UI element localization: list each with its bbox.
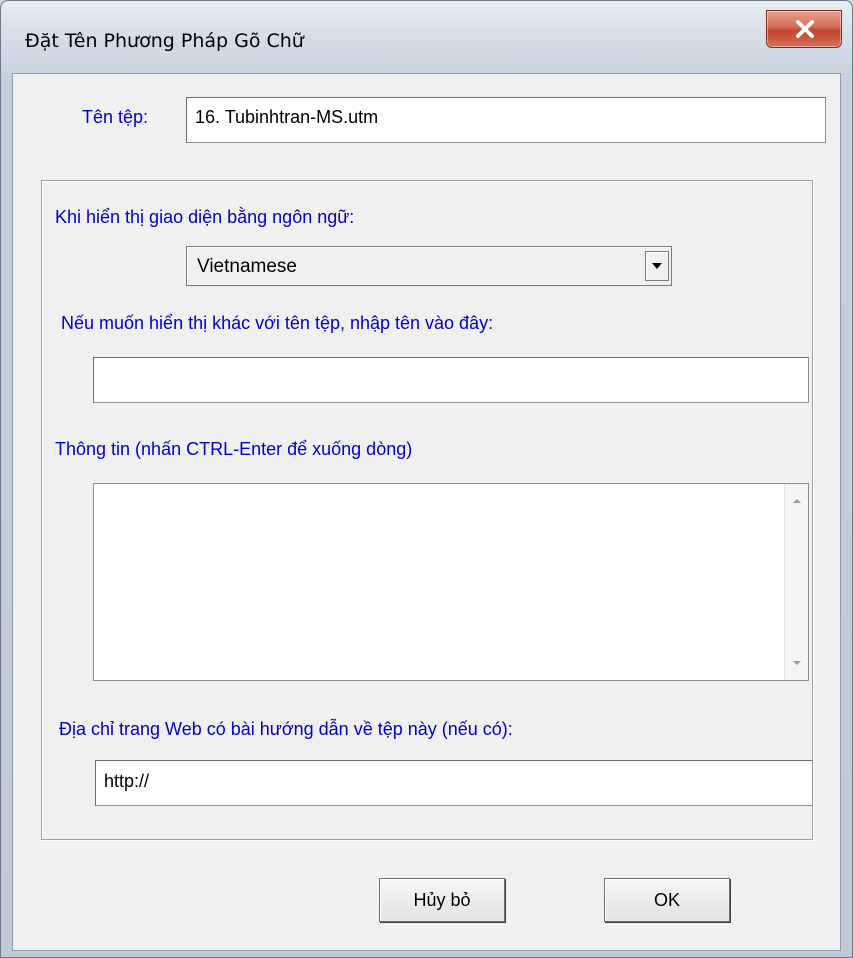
close-icon	[796, 20, 814, 38]
title-bar[interactable]: Đặt Tên Phương Pháp Gõ Chữ	[1, 1, 852, 73]
ok-button[interactable]: OK	[604, 878, 730, 922]
chevron-down-icon	[652, 263, 662, 269]
close-button[interactable]	[766, 10, 842, 48]
file-name-label: Tên tệp:	[82, 107, 149, 127]
window-title: Đặt Tên Phương Pháp Gõ Chữ	[25, 30, 304, 52]
info-text[interactable]	[94, 484, 784, 680]
display-name-input[interactable]	[93, 357, 809, 403]
dialog-window: Đặt Tên Phương Pháp Gõ Chữ Tên tệp: 16. …	[0, 0, 853, 958]
info-label: Thông tin (nhấn CTRL-Enter để xuống dòng…	[55, 439, 413, 459]
display-name-label: Nếu muốn hiển thị khác với tên tệp, nhập…	[61, 313, 494, 333]
dialog-body: Tên tệp: 16. Tubinhtran-MS.utm Khi hiển …	[12, 73, 841, 951]
url-label: Địa chỉ trang Web có bài hướng dẫn về tệ…	[59, 719, 513, 739]
file-name-input[interactable]: 16. Tubinhtran-MS.utm	[186, 97, 826, 143]
scroll-up-arrow-icon[interactable]	[790, 496, 804, 506]
info-scrollbar[interactable]	[784, 484, 808, 680]
language-select[interactable]: Vietnamese	[186, 246, 672, 286]
scroll-down-arrow-icon[interactable]	[790, 658, 804, 668]
cancel-button[interactable]: Hủy bỏ	[379, 878, 505, 922]
language-selected-value: Vietnamese	[197, 256, 297, 277]
dropdown-button[interactable]	[645, 251, 669, 281]
language-label: Khi hiển thị giao diện bằng ngôn ngữ:	[55, 207, 355, 227]
info-textarea[interactable]	[93, 483, 809, 681]
url-input[interactable]: http://	[95, 760, 813, 806]
